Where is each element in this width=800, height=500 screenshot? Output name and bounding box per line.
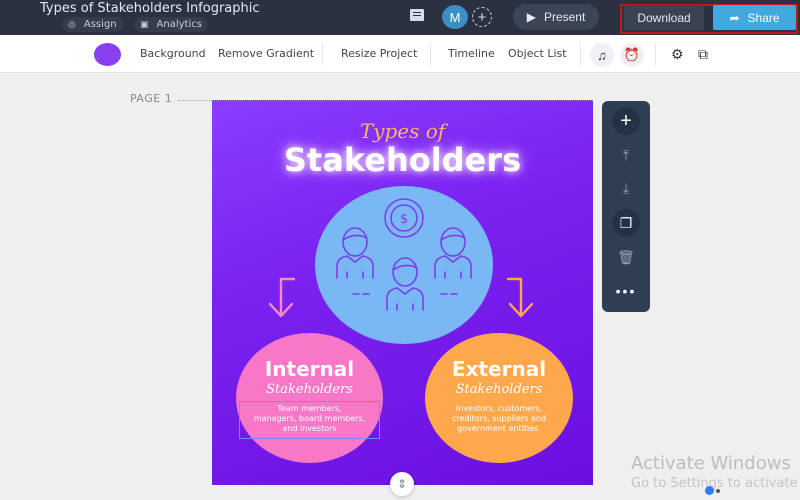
infographic-subtitle[interactable]: Types of <box>212 119 593 143</box>
editor-toolbar: Background Remove Gradient Resize Projec… <box>0 35 800 73</box>
color-swatch-button[interactable] <box>94 43 121 66</box>
infographic-title[interactable]: Stakeholders <box>212 141 593 179</box>
user-circle-icon: ◎ <box>68 19 76 30</box>
duplicate-icon[interactable]: ❐ <box>612 209 640 237</box>
preview-icon[interactable]: ⧉ <box>698 46 708 63</box>
person-icon <box>386 257 424 311</box>
assign-label: Assign <box>83 19 117 30</box>
divider <box>580 43 581 65</box>
stakeholders-illustration[interactable]: $ <box>315 186 493 344</box>
infographic-page[interactable]: Types of Stakeholders $ Internal Stakeho… <box>212 100 593 485</box>
share-button[interactable]: ➦ Share <box>713 5 796 30</box>
desc-line: government entities. <box>457 424 541 433</box>
share-label: Share <box>747 10 780 25</box>
play-icon: ▶ <box>526 10 536 24</box>
zoom-slider-handle[interactable] <box>705 486 714 495</box>
divider <box>655 43 656 65</box>
top-bar: Types of Stakeholders Infographic ◎ Assi… <box>0 0 800 35</box>
divider <box>322 43 323 65</box>
move-down-icon[interactable]: ⤓ <box>612 174 640 202</box>
resize-handle-icon[interactable]: ⇕ <box>390 472 414 496</box>
chart-icon: ▣ <box>140 19 149 30</box>
internal-title[interactable]: Internal <box>236 357 383 381</box>
internal-subtitle[interactable]: Stakeholders <box>236 382 383 397</box>
desc-line: Investors, customers, <box>455 404 543 413</box>
object-list-button[interactable]: Object List <box>508 47 567 60</box>
left-arrow-icon <box>268 277 296 318</box>
add-page-button[interactable]: + <box>612 107 640 135</box>
timeline-button[interactable]: Timeline <box>448 47 495 60</box>
add-music-icon[interactable]: ♫ <box>590 43 614 67</box>
background-button[interactable]: Background <box>140 47 206 60</box>
page-label: PAGE 1 <box>130 92 173 105</box>
page-label-line <box>178 100 212 101</box>
internal-stakeholders-circle[interactable]: Internal Stakeholders Team members, mana… <box>236 333 383 463</box>
dollar-coin-icon: $ <box>384 198 424 238</box>
project-title[interactable]: Types of Stakeholders Infographic <box>40 1 260 16</box>
add-collaborator-icon[interactable]: + <box>472 7 492 27</box>
divider <box>430 43 431 65</box>
assign-button[interactable]: ◎ Assign <box>62 17 123 32</box>
present-button[interactable]: ▶ Present <box>513 4 599 30</box>
person-icon <box>336 227 374 279</box>
external-stakeholders-circle[interactable]: External Stakeholders Investors, custome… <box>425 333 573 463</box>
more-options-icon[interactable]: ••• <box>612 277 640 305</box>
right-arrow-icon <box>506 277 534 318</box>
svg-text:$: $ <box>400 212 408 227</box>
selection-box[interactable] <box>239 401 380 439</box>
resize-project-button[interactable]: Resize Project <box>341 47 417 60</box>
activate-windows-subtitle: Go to Settings to activate <box>631 476 798 491</box>
analytics-button[interactable]: ▣ Analytics <box>134 17 208 32</box>
comment-icon[interactable] <box>410 9 424 21</box>
desc-line: creditors, suppliers and <box>451 414 547 423</box>
move-up-icon[interactable]: ⤒ <box>612 141 640 169</box>
external-description[interactable]: Investors, customers, creditors, supplie… <box>425 404 573 434</box>
external-title[interactable]: External <box>425 357 573 381</box>
download-button[interactable]: Download <box>624 5 704 30</box>
zoom-slider-dot <box>716 489 720 493</box>
avatar[interactable]: M <box>442 5 468 29</box>
remove-gradient-button[interactable]: Remove Gradient <box>218 47 314 60</box>
external-subtitle[interactable]: Stakeholders <box>425 382 573 397</box>
share-arrow-icon: ➦ <box>729 10 740 25</box>
activate-windows-title: Activate Windows <box>631 453 791 474</box>
analytics-label: Analytics <box>156 19 202 30</box>
trash-icon[interactable]: 🗑 <box>612 243 640 271</box>
present-label: Present <box>543 10 586 24</box>
settings-gear-icon[interactable]: ⚙ <box>671 46 684 63</box>
alarm-clock-icon[interactable]: ⏰ <box>620 43 644 67</box>
page-actions-panel: + ⤒ ⤓ ❐ 🗑 ••• <box>602 101 650 312</box>
person-icon <box>434 227 472 279</box>
